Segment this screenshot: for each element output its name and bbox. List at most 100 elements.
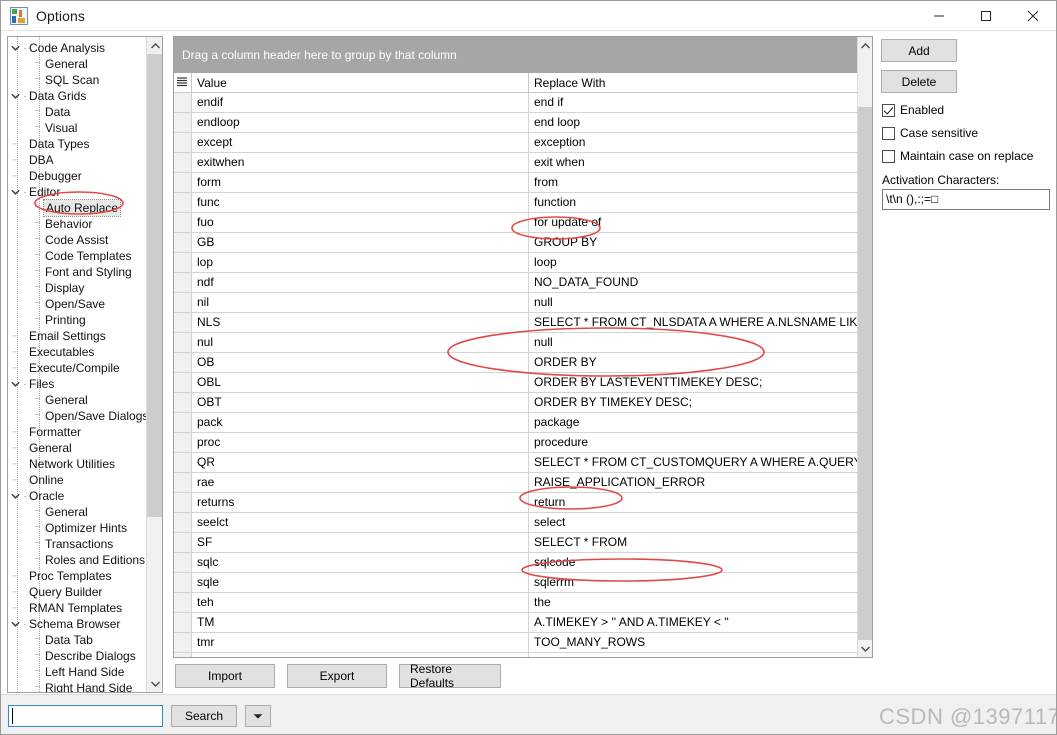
cell-replace-with[interactable]: SELECT * FROM CT_CUSTOMQUERY A WHERE A.Q…	[529, 453, 857, 472]
row-indicator[interactable]	[174, 133, 192, 152]
tree-scroll-up-icon[interactable]	[147, 37, 162, 54]
import-button[interactable]: Import	[175, 664, 275, 688]
search-input[interactable]	[8, 705, 163, 727]
grid-column-header-value[interactable]: Value	[192, 72, 529, 93]
grid-scroll-down-icon[interactable]	[858, 640, 872, 657]
tree-item-data-grids[interactable]: · Data Grids	[8, 88, 147, 104]
cell-value[interactable]: func	[192, 193, 529, 212]
table-row[interactable]: wcowhere current of	[174, 653, 857, 657]
cell-replace-with[interactable]: exit when	[529, 153, 857, 172]
close-button[interactable]	[1010, 1, 1056, 31]
table-row[interactable]: lop loop	[174, 253, 857, 273]
tree-item-rman-templates[interactable]: ┈ RMAN Templates	[8, 600, 147, 616]
group-by-drop-area[interactable]: Drag a column header here to group by th…	[174, 37, 872, 73]
row-indicator[interactable]	[174, 473, 192, 492]
table-row[interactable]: func function	[174, 193, 857, 213]
cell-value[interactable]: OBL	[192, 373, 529, 392]
case-sensitive-checkbox-row[interactable]: Case sensitive	[882, 126, 978, 140]
tree-item-general[interactable]: ┈ General	[8, 440, 147, 456]
row-indicator[interactable]	[174, 533, 192, 552]
table-row[interactable]: endloop end loop	[174, 113, 857, 133]
tree-item-general[interactable]: ┈ General	[8, 56, 147, 72]
tree-item-editor[interactable]: · Editor	[8, 184, 147, 200]
table-row[interactable]: nil null	[174, 293, 857, 313]
cell-value[interactable]: except	[192, 133, 529, 152]
table-row[interactable]: sqlc sqlcode	[174, 553, 857, 573]
table-row[interactable]: QR SELECT * FROM CT_CUSTOMQUERY A WHERE A…	[174, 453, 857, 473]
cell-value[interactable]: QR	[192, 453, 529, 472]
cell-value[interactable]: OBT	[192, 393, 529, 412]
tree-item-proc-templates[interactable]: ┈ Proc Templates	[8, 568, 147, 584]
row-indicator[interactable]	[174, 193, 192, 212]
row-indicator[interactable]	[174, 353, 192, 372]
row-indicator[interactable]	[174, 433, 192, 452]
cell-value[interactable]: ndf	[192, 273, 529, 292]
row-indicator[interactable]	[174, 233, 192, 252]
tree-item-roles-and-editions[interactable]: ┈ Roles and Editions	[8, 552, 147, 568]
cell-value[interactable]: nul	[192, 333, 529, 352]
cell-value[interactable]: nil	[192, 293, 529, 312]
tree-item-general[interactable]: ┈ General	[8, 504, 147, 520]
chevron-down-icon[interactable]	[8, 616, 22, 632]
tree-item-executables[interactable]: ┈ Executables	[8, 344, 147, 360]
cell-value[interactable]: TM	[192, 613, 529, 632]
tree-item-code-analysis[interactable]: · Code Analysis	[8, 40, 147, 56]
row-indicator[interactable]	[174, 413, 192, 432]
chevron-down-icon[interactable]	[8, 184, 22, 200]
cell-replace-with[interactable]: NO_DATA_FOUND	[529, 273, 857, 292]
chevron-down-icon[interactable]	[8, 376, 22, 392]
tree-item-dba[interactable]: ┈ DBA	[8, 152, 147, 168]
activation-characters-input[interactable]: \t\n (),:;=□	[882, 189, 1050, 210]
row-indicator[interactable]	[174, 113, 192, 132]
tree-item-font-and-styling[interactable]: ┈ Font and Styling	[8, 264, 147, 280]
tree-scrollbar[interactable]	[146, 37, 162, 692]
tree-item-formatter[interactable]: ┈ Formatter	[8, 424, 147, 440]
cell-value[interactable]: endloop	[192, 113, 529, 132]
cell-value[interactable]: seelct	[192, 513, 529, 532]
cell-value[interactable]: NLS	[192, 313, 529, 332]
minimize-button[interactable]	[916, 1, 962, 31]
table-row[interactable]: tmr TOO_MANY_ROWS	[174, 633, 857, 653]
row-indicator[interactable]	[174, 633, 192, 652]
cell-replace-with[interactable]: procedure	[529, 433, 857, 452]
delete-button[interactable]: Delete	[881, 70, 957, 93]
tree-item-behavior[interactable]: ┈ Behavior	[8, 216, 147, 232]
cell-replace-with[interactable]: null	[529, 293, 857, 312]
row-indicator[interactable]	[174, 173, 192, 192]
row-indicator[interactable]	[174, 453, 192, 472]
maintain-case-checkbox[interactable]	[882, 149, 895, 163]
table-row[interactable]: OBL ORDER BY LASTEVENTTIMEKEY DESC;	[174, 373, 857, 393]
table-row[interactable]: teh the	[174, 593, 857, 613]
cell-replace-with[interactable]: ORDER BY TIMEKEY DESC;	[529, 393, 857, 412]
tree-item-code-templates[interactable]: ┈ Code Templates	[8, 248, 147, 264]
cell-replace-with[interactable]: for update of	[529, 213, 857, 232]
cell-replace-with[interactable]: null	[529, 333, 857, 352]
tree-item-printing[interactable]: ┈ Printing	[8, 312, 147, 328]
cell-value[interactable]: proc	[192, 433, 529, 452]
table-row[interactable]: nul null	[174, 333, 857, 353]
table-row[interactable]: seelct select	[174, 513, 857, 533]
cell-replace-with[interactable]: return	[529, 493, 857, 512]
maintain-case-checkbox-row[interactable]: Maintain case on replace	[882, 149, 1033, 163]
table-row[interactable]: pack package	[174, 413, 857, 433]
tree-item-sql-scan[interactable]: ┈ SQL Scan	[8, 72, 147, 88]
cell-value[interactable]: returns	[192, 493, 529, 512]
tree-item-debugger[interactable]: ┈ Debugger	[8, 168, 147, 184]
cell-replace-with[interactable]: end if	[529, 93, 857, 112]
tree-item-files[interactable]: · Files	[8, 376, 147, 392]
table-row[interactable]: OBT ORDER BY TIMEKEY DESC;	[174, 393, 857, 413]
enabled-checkbox-row[interactable]: Enabled	[882, 103, 944, 117]
cell-value[interactable]: OB	[192, 353, 529, 372]
cell-replace-with[interactable]: end loop	[529, 113, 857, 132]
grid-scroll-thumb[interactable]	[858, 107, 872, 640]
tree-item-describe-dialogs[interactable]: ┈ Describe Dialogs	[8, 648, 147, 664]
cell-replace-with[interactable]: RAISE_APPLICATION_ERROR	[529, 473, 857, 492]
table-row[interactable]: exitwhen exit when	[174, 153, 857, 173]
tree-item-open-save[interactable]: ┈ Open/Save	[8, 296, 147, 312]
maximize-button[interactable]	[963, 1, 1009, 31]
options-category-tree[interactable]: · Code Analysis ┈ General ┈ SQL Scan · Data Gri…	[7, 36, 163, 693]
tree-item-optimizer-hints[interactable]: ┈ Optimizer Hints	[8, 520, 147, 536]
row-indicator[interactable]	[174, 593, 192, 612]
table-row[interactable]: GB GROUP BY	[174, 233, 857, 253]
cell-replace-with[interactable]: ORDER BY	[529, 353, 857, 372]
